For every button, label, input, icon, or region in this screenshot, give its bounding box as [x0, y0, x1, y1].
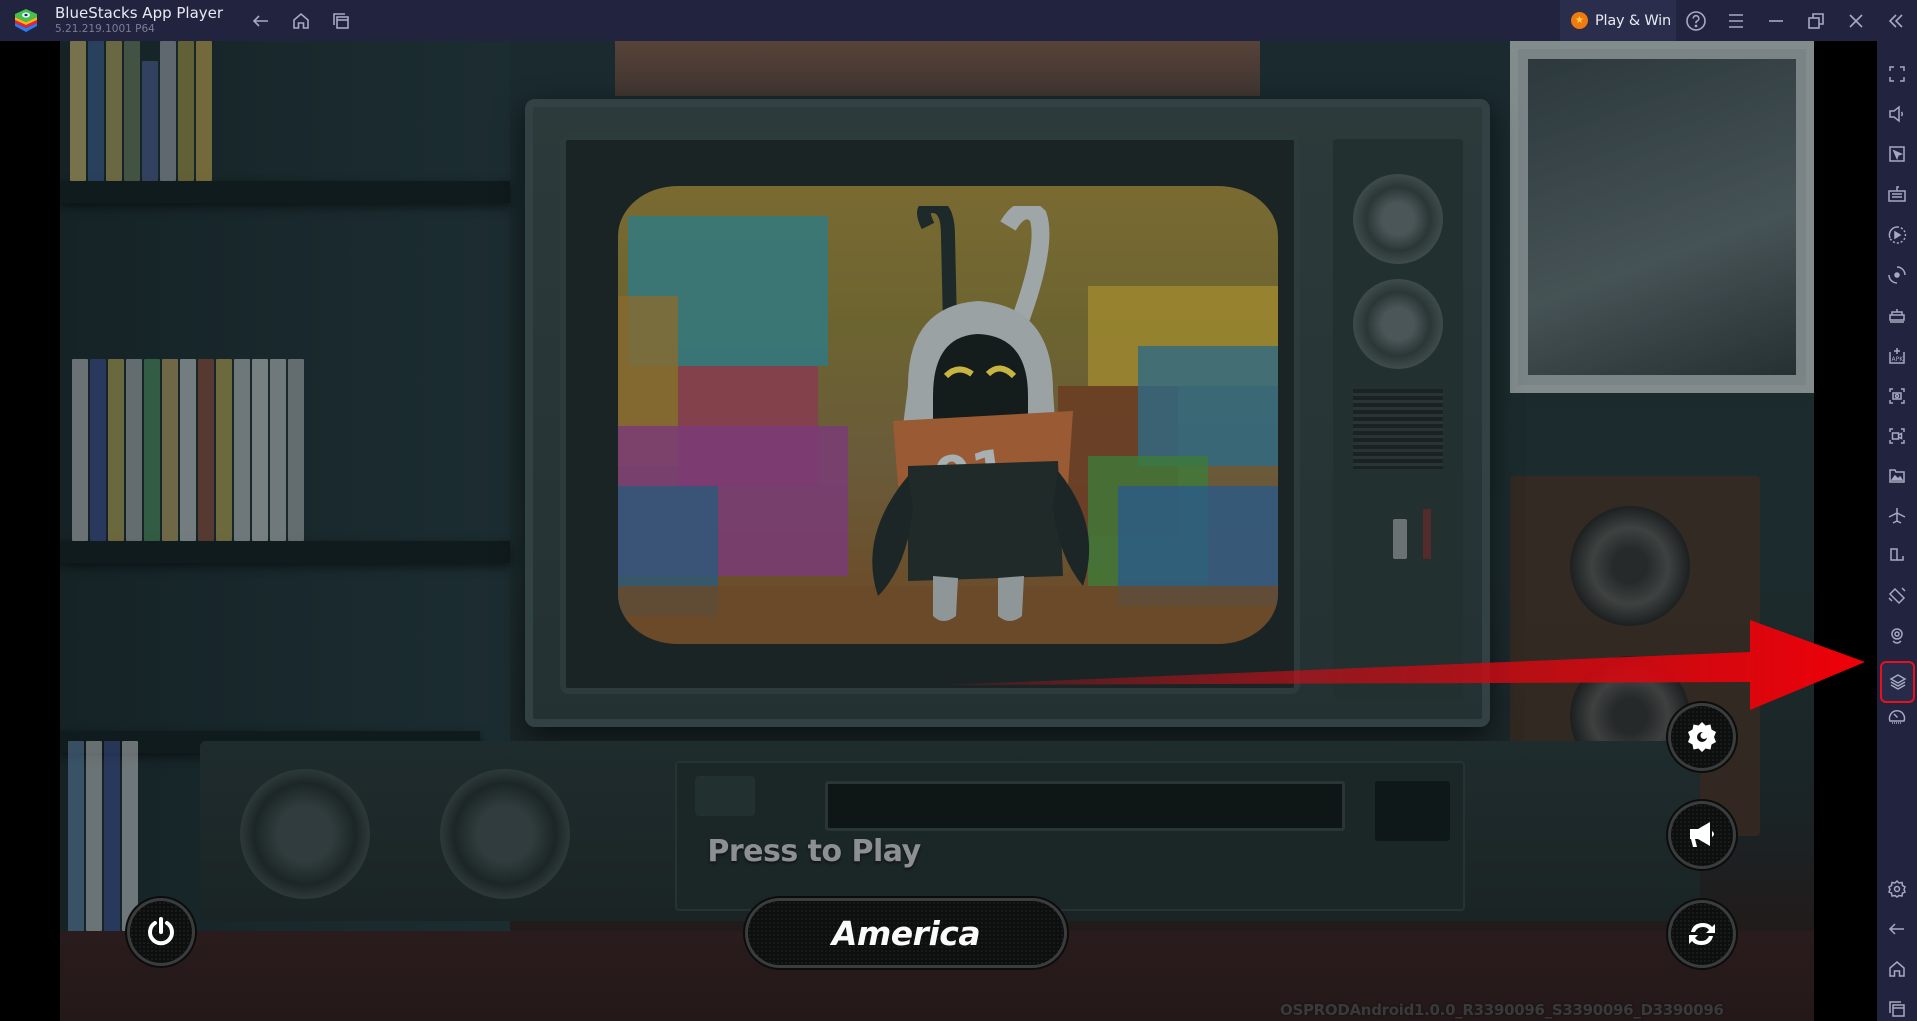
- android-home-button[interactable]: [1883, 955, 1911, 983]
- recent-apps-icon: [333, 13, 349, 29]
- bluestacks-logo-icon: [15, 9, 37, 32]
- sync-icon: [1888, 266, 1906, 284]
- close-icon: [1849, 14, 1863, 28]
- svg-text:APK: APK: [1892, 356, 1905, 363]
- recent-apps-icon: [1889, 1001, 1905, 1017]
- screen-record-button[interactable]: [1883, 422, 1911, 450]
- shelf: [60, 541, 510, 563]
- switch-account-button[interactable]: [1671, 903, 1733, 965]
- close-button[interactable]: [1842, 7, 1870, 35]
- screen-record-icon: [1889, 428, 1905, 444]
- multi-instance-icon: [1889, 309, 1905, 323]
- game-viewport[interactable]: 01 Press to Play America: [60, 41, 1814, 1021]
- volume-button[interactable]: [1883, 100, 1911, 128]
- screenshot-button[interactable]: [1883, 382, 1911, 410]
- location-button[interactable]: [1883, 622, 1911, 650]
- press-to-play-label[interactable]: Press to Play: [707, 834, 921, 869]
- fullscreen-icon: [1889, 66, 1905, 82]
- rotate-button[interactable]: [1883, 542, 1911, 570]
- media-manager-icon: [1889, 469, 1905, 483]
- android-recent-apps-button[interactable]: [1883, 995, 1911, 1021]
- media-manager-button[interactable]: [1883, 462, 1911, 490]
- title-bar: BlueStacks App Player 5.21.219.1001 P64 …: [0, 0, 1917, 41]
- app-title: BlueStacks App Player: [55, 4, 224, 22]
- layers-button[interactable]: [1880, 661, 1915, 703]
- menu-button[interactable]: [1722, 7, 1750, 35]
- server-region-button[interactable]: America: [748, 901, 1064, 965]
- eco-mode-button[interactable]: [1883, 702, 1911, 730]
- game-settings-button[interactable]: [1671, 706, 1733, 768]
- back-icon: [1888, 923, 1904, 935]
- play-and-win-button[interactable]: ★ Play & Win: [1560, 0, 1676, 41]
- server-region-label: America: [831, 913, 981, 953]
- shake-button[interactable]: [1883, 582, 1911, 610]
- fullscreen-button[interactable]: [1883, 60, 1911, 88]
- tv-control-panel: [1333, 139, 1463, 699]
- play-win-label: Play & Win: [1595, 12, 1672, 29]
- minimize-button[interactable]: [1762, 7, 1790, 35]
- refresh-icon: [1689, 923, 1715, 945]
- right-sidebar: APK: [1877, 41, 1917, 1021]
- collapse-sidebar-button[interactable]: [1882, 7, 1910, 35]
- screenshot-icon: [1889, 388, 1905, 404]
- title-back-button[interactable]: [248, 8, 274, 34]
- pointer-lock-button[interactable]: [1883, 140, 1911, 168]
- macro-record-icon: [1888, 226, 1907, 244]
- help-icon: [1686, 11, 1706, 31]
- press-to-play-text[interactable]: Press to Play: [60, 834, 1814, 869]
- restore-button[interactable]: [1802, 7, 1830, 35]
- settings-icon: [1888, 879, 1906, 898]
- keyboard-controls-button[interactable]: [1883, 180, 1911, 208]
- sync-button[interactable]: [1883, 261, 1911, 289]
- collapse-sidebar-icon: [1888, 14, 1903, 28]
- menu-icon: [1729, 14, 1743, 28]
- gear-icon: [1688, 722, 1716, 752]
- pointer-lock-icon: [1889, 146, 1905, 162]
- power-icon: [148, 917, 174, 946]
- multi-instance-button[interactable]: [1883, 301, 1911, 329]
- shake-icon: [1888, 587, 1906, 605]
- mascot-character: 01: [872, 206, 1090, 621]
- retro-console: [200, 741, 1700, 921]
- shelf: [60, 181, 510, 203]
- android-back-button[interactable]: [1883, 915, 1911, 943]
- play-win-coin-icon: ★: [1571, 12, 1588, 29]
- poster-top: [615, 41, 1260, 96]
- tv-screen: 01: [618, 186, 1278, 644]
- help-button[interactable]: [1682, 7, 1710, 35]
- books: [70, 41, 212, 181]
- title-home-button[interactable]: [288, 8, 314, 34]
- build-info: OSPRODAndroid1.0.0_R3390096_S3390096_D33…: [1280, 1001, 1724, 1019]
- home-icon: [1889, 961, 1905, 977]
- airplane-mode-icon: [1888, 508, 1906, 524]
- restore-icon: [1808, 13, 1824, 29]
- app-version: 5.21.219.1001 P64: [55, 23, 155, 35]
- minimize-icon: [1769, 20, 1783, 22]
- volume-icon: [1889, 105, 1903, 123]
- title-recent-apps-button[interactable]: [328, 8, 354, 34]
- location-icon: [1891, 628, 1903, 644]
- rotate-icon: [1890, 548, 1904, 561]
- install-apk-button[interactable]: APK: [1883, 342, 1911, 370]
- home-icon: [293, 12, 309, 29]
- settings-button[interactable]: [1883, 875, 1911, 903]
- airplane-mode-button[interactable]: [1883, 502, 1911, 530]
- books: [72, 359, 304, 541]
- power-button[interactable]: [130, 901, 192, 963]
- layers-icon: [1888, 674, 1907, 690]
- back-icon: [252, 15, 268, 27]
- bluestacks-window: BlueStacks App Player 5.21.219.1001 P64 …: [0, 0, 1917, 1021]
- megaphone-icon: [1690, 822, 1714, 847]
- announcement-button[interactable]: [1671, 804, 1733, 866]
- eco-mode-icon: [1888, 710, 1906, 724]
- install-apk-icon: APK: [1889, 348, 1905, 364]
- keyboard-icon: [1888, 186, 1906, 202]
- poster-right: [1510, 41, 1814, 393]
- macro-recorder-button[interactable]: [1883, 221, 1911, 249]
